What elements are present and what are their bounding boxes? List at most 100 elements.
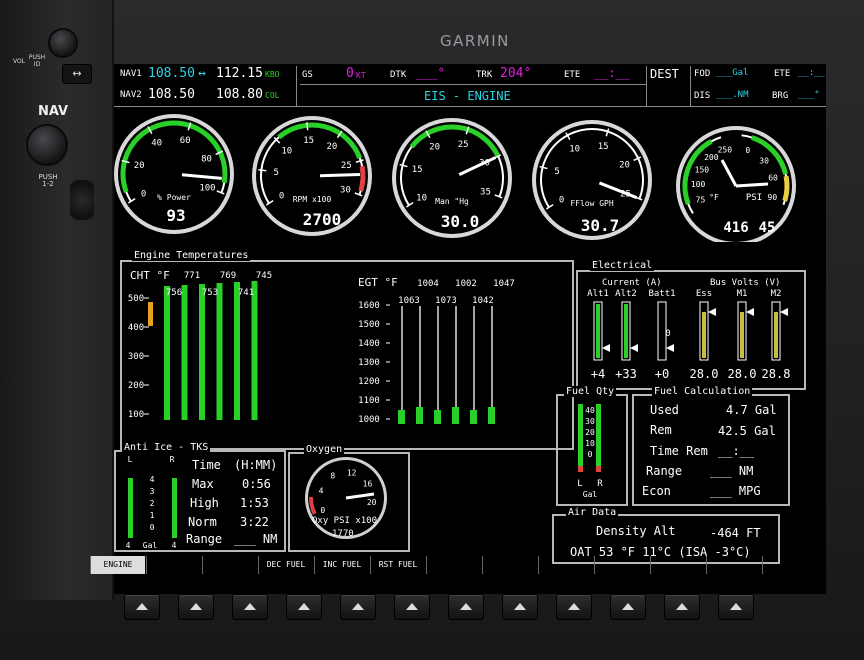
electrical-bars: Alt1 +4 Alt2 +33 Batt1 +0 Ess 28.0 M1 28.0 M2 28.8 0 <box>587 289 790 381</box>
gauge-tick-label: 25 <box>341 161 352 171</box>
softkey-button-1[interactable] <box>124 594 160 620</box>
egt-value-top: 1002 <box>455 279 477 289</box>
softkey-button-6[interactable] <box>394 594 430 620</box>
time-label: Time <box>192 458 221 472</box>
softkey-button-10[interactable] <box>610 594 646 620</box>
softkey-blank-10[interactable] <box>650 556 705 574</box>
ete-label: ETE <box>564 70 581 80</box>
divider <box>114 106 826 107</box>
softkey-blank-12[interactable] <box>762 556 817 574</box>
softkey-button-4[interactable] <box>286 594 322 620</box>
fuel-scale-label: 0 <box>588 450 593 459</box>
softkey-dec-fuel[interactable]: DEC FUEL <box>258 556 313 574</box>
cht-caution-bar <box>148 302 153 326</box>
up-arrow-icon <box>622 603 634 610</box>
econ-label: Econ <box>642 484 671 498</box>
push-id-label: PUSH ID <box>28 54 46 68</box>
temp-bars: 500 400 300 200 100 771 769 745 756 753 741 1600 150… <box>128 271 515 425</box>
softkey-blank-1[interactable] <box>146 556 201 574</box>
softkey-blank-9[interactable] <box>594 556 649 574</box>
oil-psi-tick: 30 <box>759 156 769 165</box>
cht-bar <box>164 286 170 420</box>
egt-scale-label: 1200 <box>358 377 380 387</box>
fuel-left-label: L <box>577 479 582 489</box>
softkey-button-7[interactable] <box>448 594 484 620</box>
fuel-left-low <box>578 466 583 472</box>
gauge-tick-label: 100 <box>199 183 215 193</box>
softkey-blank-2[interactable] <box>202 556 257 574</box>
gauge-tick-label: 20 <box>327 142 338 152</box>
ete2-label: ETE <box>774 69 791 79</box>
push-12-label: PUSH 1-2 <box>38 173 58 188</box>
rem-label: Rem <box>650 423 672 437</box>
gauge-tick-label: 25 <box>458 140 469 150</box>
softkey-button-3[interactable] <box>232 594 268 620</box>
softkey-button-8[interactable] <box>502 594 538 620</box>
oil-temp-unit: °F <box>709 193 719 202</box>
gauge-arc <box>358 165 366 192</box>
gauge-tick-label: 40 <box>151 138 162 148</box>
softkey-blank-11[interactable] <box>706 556 761 574</box>
brand-logo: GARMIN <box>440 32 510 50</box>
softkey-blank-8[interactable] <box>538 556 593 574</box>
tks-gauge: L R 4 3 2 1 0 4 Gal 4 <box>126 455 177 548</box>
softkey-button-11[interactable] <box>664 594 700 620</box>
tks-scale-label: 1 <box>150 511 155 520</box>
ete2-value: __:__ <box>798 68 826 78</box>
fuel-unit: Gal <box>583 490 598 499</box>
brg-value: ___° <box>798 90 820 100</box>
gauge-tick-label: 80 <box>201 155 212 165</box>
up-arrow-icon <box>136 603 148 610</box>
softkey-button-5[interactable] <box>340 594 376 620</box>
norm-value: 3:22 <box>240 515 269 529</box>
cht-bar <box>216 283 223 420</box>
joystick-knob[interactable] <box>70 180 94 220</box>
air-data-title: Air Data <box>566 507 619 518</box>
softkey-engine[interactable]: ENGINE <box>90 556 145 574</box>
egt-scale-label: 1000 <box>358 415 380 425</box>
softkey-button-12[interactable] <box>718 594 754 620</box>
nav2-standby-freq[interactable]: 108.80 <box>216 87 263 102</box>
max-label: Max <box>192 477 214 491</box>
fuel-scale-label: 20 <box>585 428 595 437</box>
oil-psi-needle <box>735 182 769 188</box>
elec-col-label: Alt1 <box>587 289 609 299</box>
fod-label: FOD <box>694 69 711 79</box>
dis-value: ___.NM <box>716 90 749 100</box>
softkey-button-9[interactable] <box>556 594 592 620</box>
elec-col-label: Alt2 <box>615 289 637 299</box>
tks-scale-label: 2 <box>150 499 155 508</box>
dtk-value: ___° <box>416 66 445 80</box>
softkey-blank-6[interactable] <box>426 556 481 574</box>
fuel-scale-label: 40 <box>585 406 595 415</box>
egt-scale-label: 1300 <box>358 358 380 368</box>
oxy-tick-label: 12 <box>347 469 357 478</box>
gauge-tick-label: 15 <box>598 142 609 152</box>
gauge-label: Man "Hg <box>435 197 469 206</box>
egt-value-top: 1047 <box>493 279 515 289</box>
nav1-standby-freq[interactable]: 112.15 <box>216 66 263 81</box>
nav2-active-freq[interactable]: 108.50 <box>148 87 195 102</box>
softkey-button-2[interactable] <box>178 594 214 620</box>
cht-value-top: 745 <box>256 271 272 281</box>
softkey-blank-7[interactable] <box>482 556 537 574</box>
gauge-arc <box>782 175 790 202</box>
up-arrow-icon <box>244 603 256 610</box>
range-value: ___ NM <box>710 464 754 478</box>
egt-bar-fill <box>434 410 441 424</box>
gauge-tick <box>306 122 309 131</box>
oil-psi-tick: 0 <box>745 146 750 155</box>
nav1-active-freq[interactable]: 108.50 <box>148 66 195 81</box>
softkey-rst-fuel[interactable]: RST FUEL <box>370 556 425 574</box>
egt-scale-label: 1400 <box>358 339 380 349</box>
egt-value-top: 1004 <box>417 279 439 289</box>
gauge-tick-label: 10 <box>569 144 580 154</box>
softkey-inc-fuel[interactable]: INC FUEL <box>314 556 369 574</box>
cht-value-bottom: 756 <box>166 288 182 298</box>
nav-knob[interactable] <box>26 124 68 166</box>
swap-arrows-icon[interactable]: ↔ <box>62 64 92 84</box>
fuel-scale-label: 10 <box>585 439 595 448</box>
egt-scale-label: 1100 <box>358 396 380 406</box>
volume-knob[interactable] <box>48 28 78 58</box>
egt-bar-fill <box>470 410 477 424</box>
